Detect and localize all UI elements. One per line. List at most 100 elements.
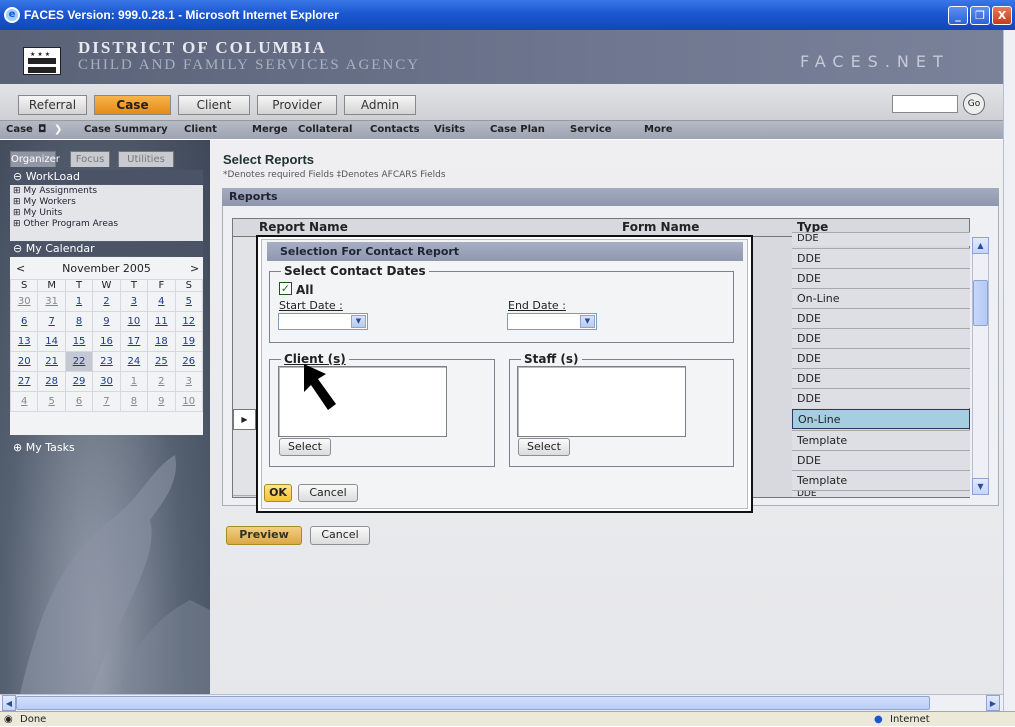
tab-organizer[interactable]: Organizer <box>10 151 60 167</box>
calendar-day[interactable]: 8 <box>64 311 94 332</box>
calendar-day[interactable]: 7 <box>92 391 121 412</box>
subnav-merge[interactable]: Merge <box>252 121 288 139</box>
subnav-service[interactable]: Service <box>570 121 612 139</box>
calendar-day[interactable]: 6 <box>64 391 94 412</box>
grid-vertical-scrollbar[interactable] <box>972 237 989 495</box>
chevron-down-icon[interactable]: ▼ <box>351 315 366 328</box>
close-button[interactable]: X <box>992 6 1012 25</box>
page-vertical-scrollbar[interactable] <box>1003 30 1015 711</box>
table-cell-type[interactable]: DDE <box>792 232 970 246</box>
calendar-day-today[interactable]: 22 <box>64 351 94 372</box>
calendar-day[interactable]: 21 <box>37 351 66 372</box>
calendar-day[interactable]: 4 <box>147 291 176 312</box>
calendar-day[interactable]: 11 <box>147 311 176 332</box>
calendar-day[interactable]: 1 <box>64 291 94 312</box>
subnav-case-summary[interactable]: Case Summary <box>84 121 168 139</box>
go-button[interactable]: Go <box>963 93 985 115</box>
calendar-day[interactable]: 5 <box>174 291 204 312</box>
table-cell-type[interactable]: DDE <box>792 490 970 497</box>
row-selector-column[interactable] <box>233 430 256 496</box>
tab-admin[interactable]: Admin <box>344 95 416 115</box>
list-item[interactable]: ⊞ My Assignments <box>13 186 200 197</box>
list-item[interactable]: ⊞ My Workers <box>13 197 200 208</box>
row-selector-column[interactable] <box>233 237 256 412</box>
calendar-day[interactable]: 16 <box>92 331 121 352</box>
tab-client[interactable]: Client <box>178 95 250 115</box>
calendar-day[interactable]: 12 <box>174 311 204 332</box>
col-form-name[interactable]: Form Name <box>622 219 699 235</box>
scroll-down-icon[interactable]: ▼ <box>972 478 989 495</box>
calendar-day[interactable]: 20 <box>9 351 39 372</box>
cancel-button[interactable]: Cancel <box>310 526 370 545</box>
go-input[interactable] <box>892 95 958 113</box>
calendar-header[interactable]: ⊖ My Calendar <box>10 242 203 256</box>
calendar-day[interactable]: 31 <box>37 291 66 312</box>
calendar-day[interactable]: 2 <box>147 371 176 392</box>
table-cell-type-selected[interactable]: On-Line <box>792 409 970 429</box>
calendar-day[interactable]: 17 <box>119 331 149 352</box>
calendar-day[interactable]: 15 <box>64 331 94 352</box>
list-item[interactable]: ⊞ My Units <box>13 208 200 219</box>
dialog-cancel-button[interactable]: Cancel <box>298 484 358 502</box>
subnav-visits[interactable]: Visits <box>434 121 465 139</box>
preview-button[interactable]: Preview <box>226 526 302 545</box>
subnav-case-plan[interactable]: Case Plan <box>490 121 545 139</box>
subnav-client[interactable]: Client <box>184 121 217 139</box>
calendar-day[interactable]: 23 <box>92 351 121 372</box>
table-cell-type[interactable]: On-Line <box>792 288 970 308</box>
calendar-day[interactable]: 8 <box>119 391 149 412</box>
calendar-day[interactable]: 3 <box>174 371 204 392</box>
calendar-day[interactable]: 3 <box>119 291 149 312</box>
staff-listbox[interactable] <box>517 366 686 437</box>
calendar-day[interactable]: 10 <box>119 311 149 332</box>
all-checkbox[interactable]: ✓ <box>279 282 292 295</box>
page-horizontal-scrollbar[interactable]: ◀ ▶ <box>0 694 1003 711</box>
calendar-day[interactable]: 4 <box>9 391 39 412</box>
scroll-thumb[interactable] <box>973 280 988 326</box>
tab-referral[interactable]: Referral <box>18 95 87 115</box>
horizontal-scroll-thumb[interactable] <box>16 696 930 710</box>
staff-select-button[interactable]: Select <box>518 438 570 456</box>
calendar-day[interactable]: 1 <box>119 371 149 392</box>
calendar-day[interactable]: 9 <box>92 311 121 332</box>
calendar-day[interactable]: 9 <box>147 391 176 412</box>
table-cell-type[interactable]: DDE <box>792 248 970 268</box>
calendar-day[interactable]: 30 <box>9 291 39 312</box>
calendar-day[interactable]: 28 <box>37 371 66 392</box>
scroll-right-icon[interactable]: ▶ <box>986 695 1000 711</box>
calendar-day[interactable]: 29 <box>64 371 94 392</box>
calendar-day[interactable]: 26 <box>174 351 204 372</box>
scroll-up-icon[interactable]: ▲ <box>972 237 989 254</box>
subnav-more[interactable]: More <box>644 121 673 139</box>
table-cell-type[interactable]: DDE <box>792 348 970 368</box>
table-cell-type[interactable]: DDE <box>792 268 970 288</box>
calendar-day[interactable]: 2 <box>92 291 121 312</box>
chevron-down-icon[interactable]: ▼ <box>580 315 595 328</box>
tab-focus[interactable]: Focus <box>70 151 110 167</box>
tab-utilities[interactable]: Utilities <box>118 151 174 167</box>
subnav-contacts[interactable]: Contacts <box>370 121 420 139</box>
list-item[interactable]: ⊞ Other Program Areas <box>13 219 200 230</box>
minimize-button[interactable]: _ <box>948 6 968 25</box>
ok-button[interactable]: OK <box>264 484 292 502</box>
table-cell-type[interactable]: DDE <box>792 368 970 388</box>
table-cell-type[interactable]: DDE <box>792 450 970 470</box>
tasks-header[interactable]: ⊕ My Tasks <box>10 441 203 455</box>
calendar-day[interactable]: 7 <box>37 311 66 332</box>
tab-provider[interactable]: Provider <box>257 95 337 115</box>
subnav-case[interactable]: Case <box>6 121 33 139</box>
calendar-day[interactable]: 24 <box>119 351 149 372</box>
calendar-day[interactable]: 10 <box>174 391 204 412</box>
table-cell-type[interactable]: DDE <box>792 328 970 348</box>
workload-header[interactable]: ⊖ WorkLoad <box>10 170 203 184</box>
calendar-day[interactable]: 14 <box>37 331 66 352</box>
subnav-expand-icon[interactable]: ◘ <box>38 121 46 139</box>
tab-case[interactable]: Case <box>94 95 171 115</box>
end-date-select[interactable]: ▼ <box>507 313 597 330</box>
current-row-indicator-icon[interactable]: ▶ <box>233 409 256 430</box>
table-cell-type[interactable]: DDE <box>792 388 970 408</box>
calendar-day[interactable]: 30 <box>92 371 121 392</box>
calendar-day[interactable]: 6 <box>9 311 39 332</box>
maximize-button[interactable]: ❐ <box>970 6 990 25</box>
table-cell-type[interactable]: DDE <box>792 308 970 328</box>
